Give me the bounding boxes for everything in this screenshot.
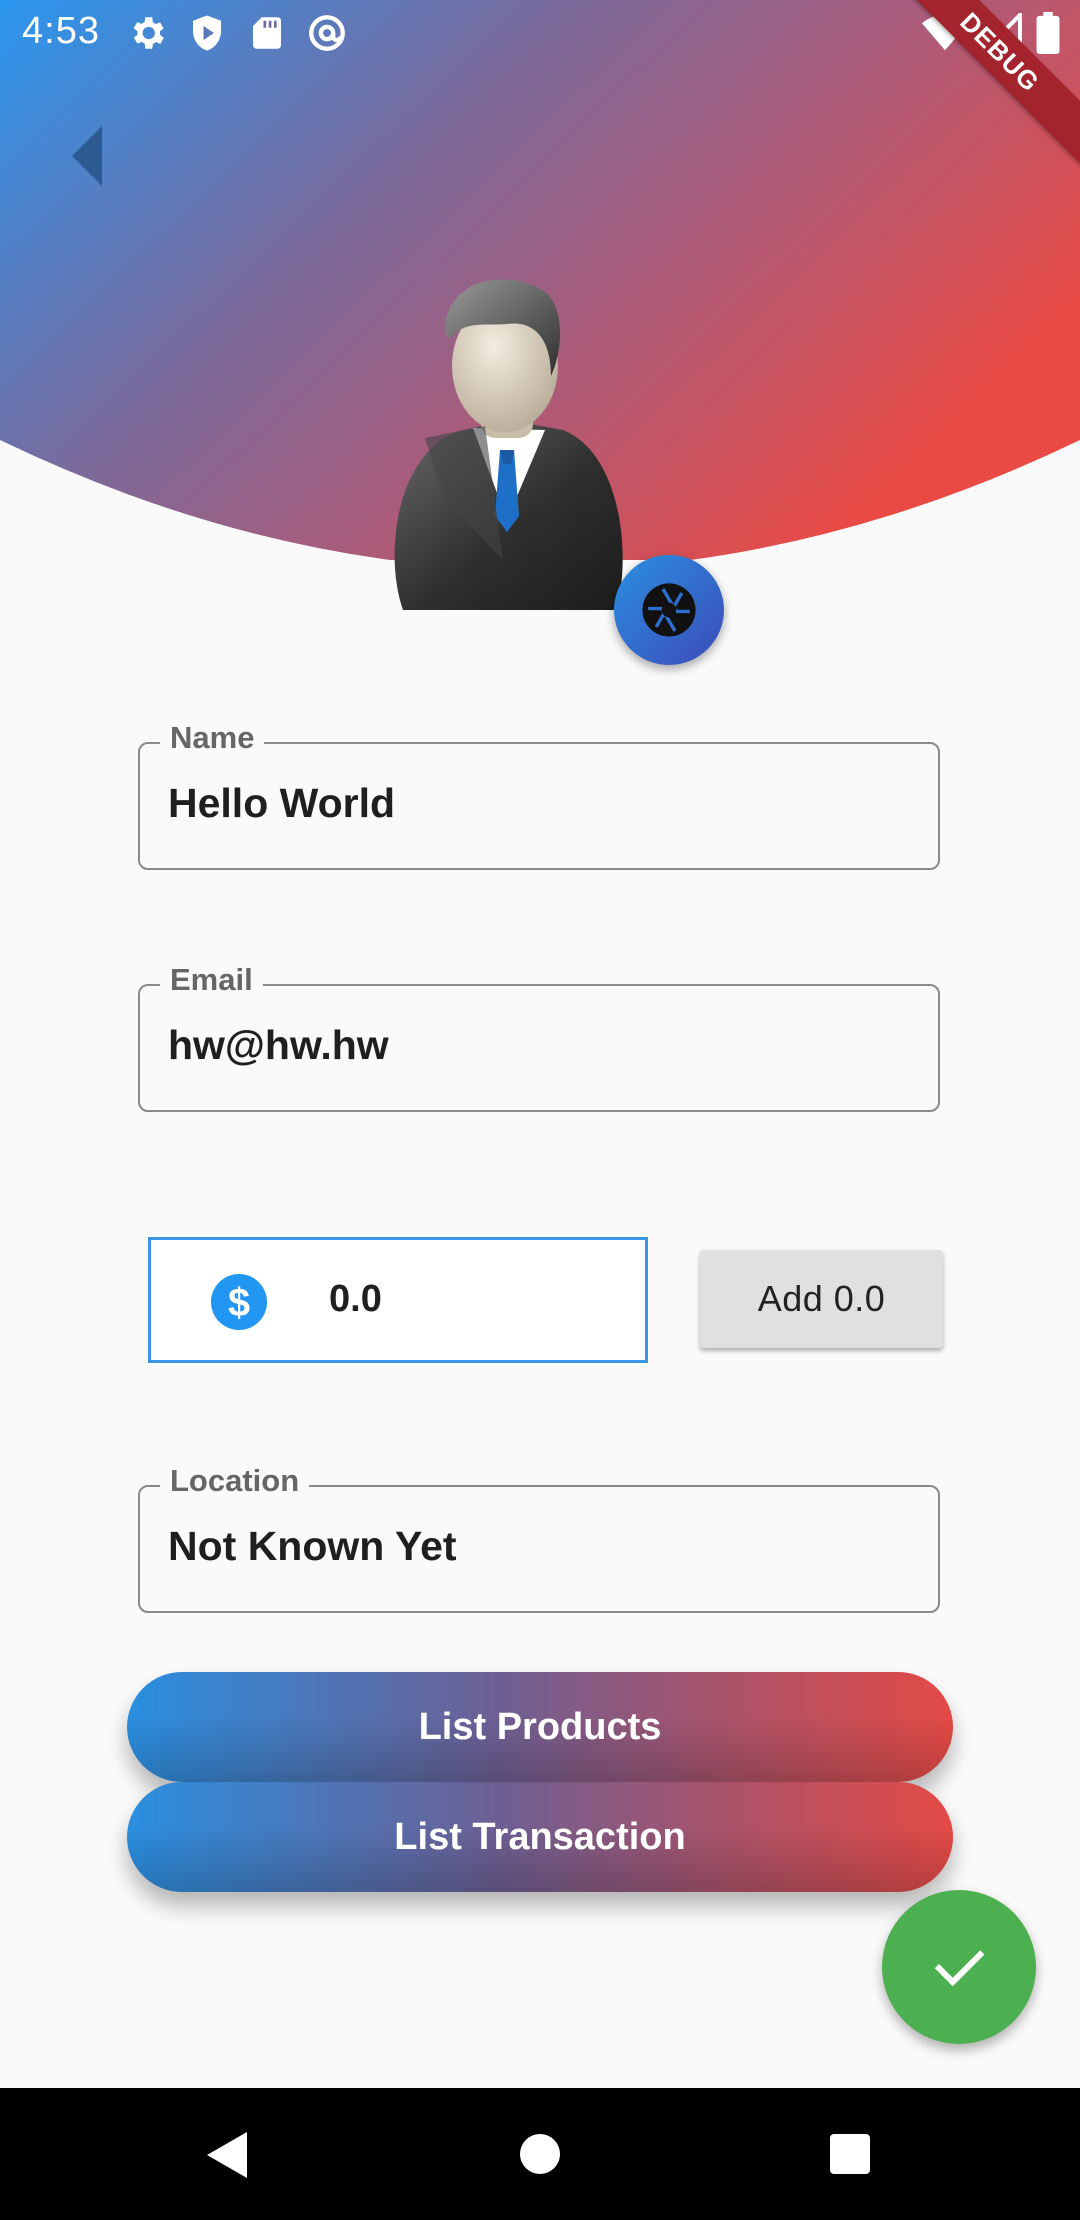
checkmark-icon [934, 1950, 985, 1987]
at-sign-icon [309, 15, 345, 51]
name-field[interactable]: Name Hello World [138, 720, 940, 870]
camera-aperture-icon [642, 583, 696, 637]
nav-recents-icon[interactable] [830, 2134, 870, 2174]
amount-value: 0.0 [329, 1278, 382, 1320]
list-products-button[interactable]: List Products [127, 1672, 953, 1782]
system-nav-bar [0, 2088, 1080, 2220]
avatar [394, 279, 623, 610]
save-fab-button[interactable] [882, 1890, 1036, 2044]
sd-card-icon [253, 17, 281, 49]
change-photo-button[interactable] [614, 555, 724, 665]
nav-home-icon[interactable] [520, 2134, 560, 2174]
email-field[interactable]: Email hw@hw.hw [138, 962, 940, 1112]
name-label: Name [160, 720, 265, 756]
gear-icon [133, 17, 164, 49]
amount-input[interactable]: $ 0.0 [148, 1237, 648, 1363]
list-products-label: List Products [418, 1705, 662, 1748]
list-transaction-label: List Transaction [394, 1815, 686, 1858]
location-label: Location [160, 1463, 310, 1499]
nav-back-icon[interactable] [205, 2130, 251, 2180]
dollar-icon: $ [211, 1274, 267, 1330]
email-label: Email [160, 962, 263, 998]
battery-icon [1036, 12, 1060, 54]
location-field[interactable]: Location Not Known Yet [138, 1463, 940, 1613]
location-value: Not Known Yet [168, 1523, 457, 1569]
status-bar: 4:53 [0, 0, 1080, 66]
email-value: hw@hw.hw [168, 1022, 389, 1068]
shield-icon [193, 15, 221, 51]
back-arrow-icon[interactable] [68, 126, 108, 186]
svg-text:$: $ [228, 1281, 250, 1325]
add-amount-button[interactable]: Add 0.0 [700, 1250, 943, 1348]
status-time: 4:53 [22, 10, 100, 52]
list-transaction-button[interactable]: List Transaction [127, 1782, 953, 1892]
name-value: Hello World [168, 780, 396, 826]
